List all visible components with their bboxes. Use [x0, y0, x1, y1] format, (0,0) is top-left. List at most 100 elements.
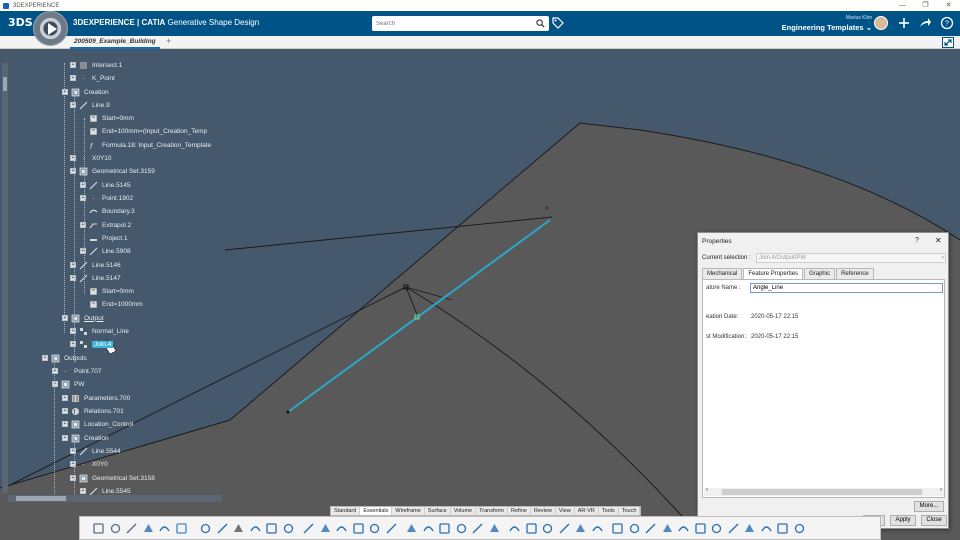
expand-toggle[interactable]: +: [70, 475, 76, 481]
plus-icon[interactable]: [897, 16, 911, 30]
expand-toggle[interactable]: +: [62, 408, 68, 414]
view-icon[interactable]: [760, 522, 773, 535]
section-tab-ar-vr[interactable]: AR-VR: [575, 507, 599, 515]
expand-toggle[interactable]: +: [80, 222, 86, 228]
expand-toggle[interactable]: +: [70, 448, 76, 454]
tab-graphic[interactable]: Graphic: [804, 268, 836, 279]
section-tab-essentials[interactable]: Essentials: [360, 507, 393, 515]
collab-space-selector[interactable]: Engineering Templates ⌄: [782, 23, 872, 32]
tree-node[interactable]: + Parameters.700: [62, 392, 130, 404]
tree-node[interactable]: + · K_Point: [70, 72, 115, 84]
expand-toggle[interactable]: +: [62, 89, 68, 95]
paste-icon[interactable]: [125, 522, 138, 535]
help-icon[interactable]: ?: [940, 16, 954, 30]
tree-node[interactable]: + PW: [52, 378, 84, 390]
undo-icon[interactable]: [142, 522, 155, 535]
translate-icon[interactable]: [558, 522, 571, 535]
spline-icon[interactable]: [335, 522, 348, 535]
scrollbar-thumb[interactable]: [16, 496, 66, 501]
part-icon[interactable]: [216, 522, 229, 535]
section-tab-wireframe[interactable]: Wireframe: [392, 507, 425, 515]
tree-node[interactable]: + Line.5147: [70, 272, 121, 284]
tree-node[interactable]: + Outputs: [42, 352, 87, 364]
current-selection-field[interactable]: Join.4/Output/PW ▾: [756, 253, 946, 263]
section-tab-view[interactable]: View: [556, 507, 575, 515]
rotate-icon[interactable]: [574, 522, 587, 535]
polyline-icon[interactable]: [265, 522, 278, 535]
expand-toggle[interactable]: +: [70, 168, 76, 174]
tree-node[interactable]: + Line.5908: [80, 245, 131, 257]
expand-toggle[interactable]: +: [70, 328, 76, 334]
tree-node[interactable]: + Line.5146: [70, 259, 121, 271]
help-button[interactable]: ?: [915, 237, 919, 244]
revolve-icon[interactable]: [368, 522, 381, 535]
tree-node[interactable]: + Line.9: [70, 99, 110, 111]
tree-node[interactable]: + Join.4: [70, 338, 114, 350]
add-tab-button[interactable]: +: [166, 36, 171, 46]
expand-toggle[interactable]: +: [42, 355, 48, 361]
scale-icon[interactable]: [611, 522, 624, 535]
tree-node[interactable]: + · Point.1902: [80, 192, 133, 204]
tree-node[interactable]: + · X0Y0: [70, 458, 108, 470]
more-tools-icon[interactable]: [793, 522, 806, 535]
extract-icon[interactable]: [541, 522, 554, 535]
expand-toggle[interactable]: +: [70, 341, 76, 347]
tree-node[interactable]: + Extrapol.2: [80, 219, 131, 231]
trim-icon[interactable]: [508, 522, 521, 535]
update-icon[interactable]: [175, 522, 188, 535]
circle-icon[interactable]: [319, 522, 332, 535]
tree-node[interactable]: End=1000mm: [80, 298, 143, 310]
fill-icon[interactable]: [405, 522, 418, 535]
search-icon[interactable]: [536, 19, 545, 28]
tree-node[interactable]: End=100mm=(Input_Creation_Temp: [80, 125, 207, 137]
section-tab-tools[interactable]: Tools: [599, 507, 619, 515]
tree-node[interactable]: Boundary.3: [80, 205, 135, 217]
tree-node[interactable]: + Output: [62, 312, 104, 324]
macro-icon[interactable]: [727, 522, 740, 535]
expand-toggle[interactable]: +: [70, 102, 76, 108]
expand-toggle[interactable]: +: [70, 62, 76, 68]
line-tool-icon[interactable]: [249, 522, 262, 535]
tree-node[interactable]: + Line.5145: [80, 179, 131, 191]
join-tool-icon[interactable]: [471, 522, 484, 535]
blend-icon[interactable]: [438, 522, 451, 535]
expand-toggle[interactable]: +: [80, 195, 86, 201]
fillet-icon[interactable]: [628, 522, 641, 535]
share-icon[interactable]: [918, 16, 932, 30]
tree-vertical-scrollbar[interactable]: [2, 63, 8, 493]
sweep-icon[interactable]: [385, 522, 398, 535]
scroll-right-icon[interactable]: ›: [940, 487, 942, 493]
search-input[interactable]: [372, 20, 527, 27]
scroll-left-icon[interactable]: ‹: [706, 487, 708, 493]
tree-node[interactable]: + · Point.707: [52, 365, 101, 377]
render-icon[interactable]: [710, 522, 723, 535]
multisection-icon[interactable]: [422, 522, 435, 535]
plane-icon[interactable]: [282, 522, 295, 535]
tree-node[interactable]: + Normal_Line: [70, 325, 129, 337]
fullscreen-button[interactable]: [942, 37, 954, 48]
tree-node[interactable]: + · X0Y10: [70, 152, 112, 164]
draft-icon[interactable]: [677, 522, 690, 535]
extrude-icon[interactable]: [352, 522, 365, 535]
section-tab-standard[interactable]: Standard: [331, 507, 361, 515]
expand-toggle[interactable]: +: [62, 435, 68, 441]
tree-node[interactable]: + f Relations.701: [62, 405, 124, 417]
scan-icon[interactable]: [694, 522, 707, 535]
section-tab-transform[interactable]: Transform: [476, 507, 508, 515]
tab-feature-properties[interactable]: Feature Properties: [743, 268, 804, 279]
scrollbar-thumb[interactable]: [3, 77, 7, 91]
close-button[interactable]: Close: [921, 515, 947, 526]
split-icon[interactable]: [488, 522, 501, 535]
point-tool-icon[interactable]: [232, 522, 245, 535]
expand-toggle[interactable]: +: [70, 461, 76, 467]
restore-button[interactable]: ❐: [914, 0, 937, 11]
scrollbar-thumb[interactable]: [722, 489, 922, 495]
tab-reference[interactable]: Reference: [836, 268, 874, 279]
section-tab-refine[interactable]: Refine: [508, 507, 531, 515]
expand-toggle[interactable]: +: [80, 248, 86, 254]
panel-horizontal-scrollbar[interactable]: ‹ ›: [704, 487, 944, 496]
feature-name-field[interactable]: [750, 283, 943, 293]
expand-toggle[interactable]: +: [62, 395, 68, 401]
tab-mechanical[interactable]: Mechanical: [702, 268, 743, 279]
measure-icon[interactable]: [661, 522, 674, 535]
